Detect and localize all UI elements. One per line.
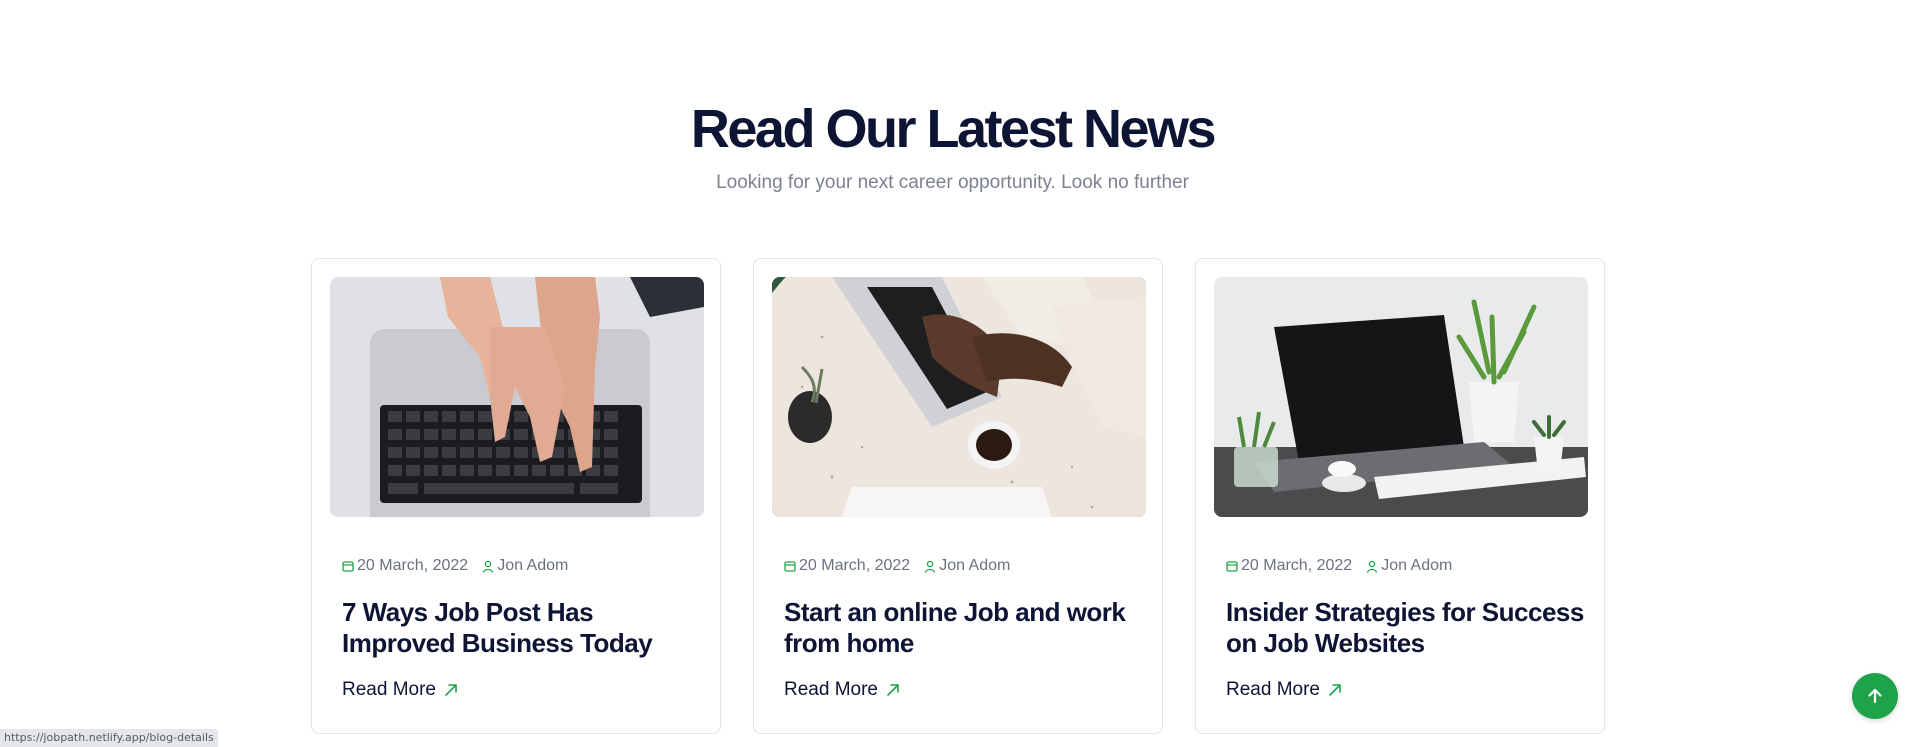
post-meta: 20 March, 2022 Jon Adom <box>342 557 568 575</box>
post-title[interactable]: Insider Strategies for Success on Job We… <box>1226 597 1586 659</box>
read-more-link[interactable]: Read More <box>1226 679 1342 701</box>
blog-card: 20 March, 2022 Jon Adom Start an online … <box>753 258 1163 734</box>
desk-laptop-plants-photo <box>1214 277 1588 517</box>
user-icon <box>1367 560 1378 573</box>
read-more-label: Read More <box>342 679 436 700</box>
post-meta: 20 March, 2022 Jon Adom <box>1226 557 1452 575</box>
calendar-icon <box>1226 561 1238 572</box>
read-more-link[interactable]: Read More <box>342 679 458 701</box>
laptop-coffee-table-photo <box>772 277 1146 517</box>
post-thumbnail[interactable] <box>772 277 1146 517</box>
calendar-icon <box>784 561 796 572</box>
post-date: 20 March, 2022 <box>799 557 911 574</box>
blog-card: 20 March, 2022 Jon Adom Insider Strategi… <box>1195 258 1605 734</box>
scroll-to-top-button[interactable] <box>1852 673 1898 719</box>
post-meta: 20 March, 2022 Jon Adom <box>784 557 1010 575</box>
post-thumbnail[interactable] <box>1214 277 1588 517</box>
read-more-label: Read More <box>784 679 878 700</box>
hands-typing-laptop-photo <box>330 277 704 517</box>
status-bar-url: https://jobpath.netlify.app/blog-details <box>0 729 218 747</box>
post-title[interactable]: Start an online Job and work from home <box>784 597 1144 659</box>
post-date: 20 March, 2022 <box>357 557 469 574</box>
read-more-label: Read More <box>1226 679 1320 700</box>
calendar-icon <box>342 561 354 572</box>
section-title: Read Our Latest News <box>690 99 1217 159</box>
post-author[interactable]: Jon Adom <box>1381 557 1452 575</box>
arrow-up-icon <box>1868 688 1882 704</box>
post-thumbnail[interactable] <box>330 277 704 517</box>
post-title[interactable]: 7 Ways Job Post Has Improved Business To… <box>342 597 702 659</box>
blog-card: 20 March, 2022 Jon Adom 7 Ways Job Post … <box>311 258 721 734</box>
read-more-link[interactable]: Read More <box>784 679 900 701</box>
user-icon <box>483 560 494 573</box>
arrow-up-right-icon <box>887 684 899 696</box>
post-author[interactable]: Jon Adom <box>497 557 568 575</box>
post-date: 20 March, 2022 <box>1241 557 1353 574</box>
arrow-up-right-icon <box>1329 684 1341 696</box>
arrow-up-right-icon <box>445 684 457 696</box>
post-author[interactable]: Jon Adom <box>939 557 1010 575</box>
section-subtitle: Looking for your next career opportunity… <box>716 172 1189 193</box>
user-icon <box>925 560 936 573</box>
